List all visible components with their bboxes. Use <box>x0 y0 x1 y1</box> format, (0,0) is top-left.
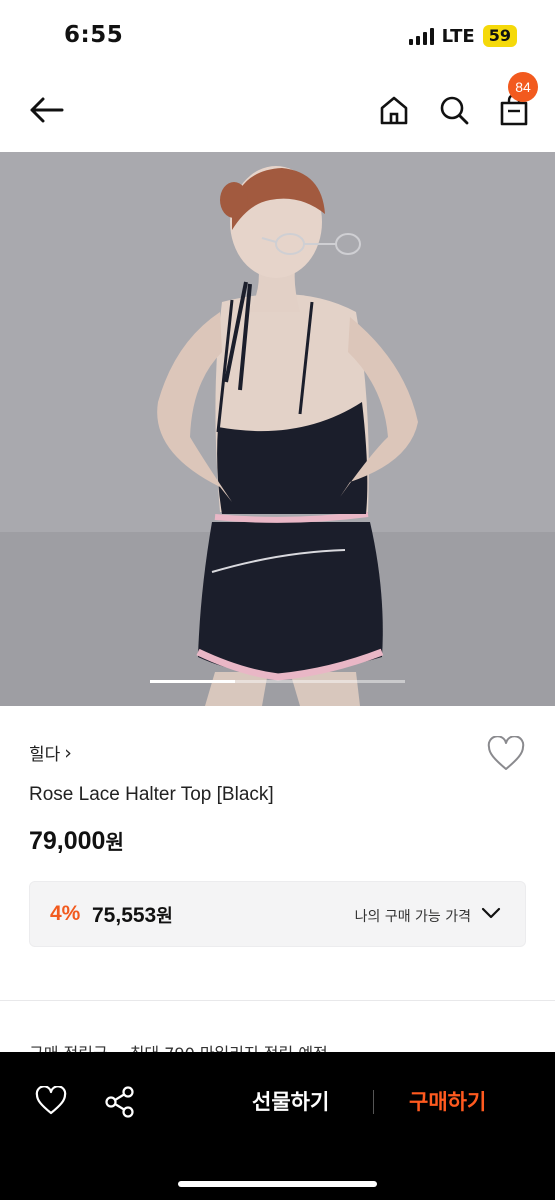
product-wishlist-button[interactable] <box>486 735 526 772</box>
status-indicators: LTE 59 <box>408 25 517 47</box>
brand-name: 힐다 <box>29 745 61 765</box>
brand-link[interactable]: 힐다 › <box>29 740 72 766</box>
discount-price: 75,553원 <box>92 902 173 928</box>
product-image-carousel[interactable] <box>0 152 555 706</box>
discount-label: 나의 구매 가능 가격 <box>354 909 471 925</box>
discount-rate: 4% <box>50 902 81 925</box>
action-separator <box>373 1090 374 1114</box>
home-button[interactable] <box>374 90 414 130</box>
status-bar: 6:55 LTE 59 <box>0 0 555 72</box>
signal-icon <box>408 27 434 45</box>
top-nav-bar: 84 <box>0 72 555 152</box>
share-icon <box>105 1086 134 1118</box>
carousel-indicator <box>150 680 405 683</box>
status-time: 6:55 <box>64 22 124 48</box>
search-icon <box>440 96 469 125</box>
arrow-left-icon <box>30 97 64 123</box>
network-type: LTE <box>441 25 475 47</box>
search-button[interactable] <box>434 90 474 130</box>
home-icon <box>380 96 408 125</box>
discount-price-number: 75,553 <box>92 904 157 927</box>
chevron-right-icon: › <box>64 741 72 764</box>
product-name: Rose Lace Halter Top [Black] <box>29 784 274 805</box>
price-unit: 원 <box>105 830 124 854</box>
heart-outline-icon <box>487 735 525 770</box>
chevron-down-icon <box>481 907 501 919</box>
wishlist-button[interactable] <box>35 1085 67 1120</box>
section-divider <box>0 1000 555 1001</box>
carousel-indicator-fill <box>150 680 235 683</box>
heart-outline-icon <box>35 1085 67 1115</box>
my-price-dropdown[interactable]: 4% 75,553원 나의 구매 가능 가격 <box>29 881 526 947</box>
home-indicator[interactable] <box>178 1181 377 1187</box>
battery-level: 59 <box>482 25 517 47</box>
share-button[interactable] <box>104 1085 136 1123</box>
gift-button[interactable]: 선물하기 <box>252 1086 329 1116</box>
price-number: 79,000 <box>29 827 106 855</box>
product-photo <box>0 152 555 706</box>
cart-button[interactable]: 84 <box>494 72 538 130</box>
product-price: 79,000원 <box>29 826 124 856</box>
buy-button[interactable]: 구매하기 <box>409 1086 486 1116</box>
cart-count-badge: 84 <box>508 72 538 102</box>
back-button[interactable] <box>26 90 66 130</box>
discount-price-unit: 원 <box>156 906 173 927</box>
bottom-action-bar: 선물하기 구매하기 <box>0 1052 555 1200</box>
